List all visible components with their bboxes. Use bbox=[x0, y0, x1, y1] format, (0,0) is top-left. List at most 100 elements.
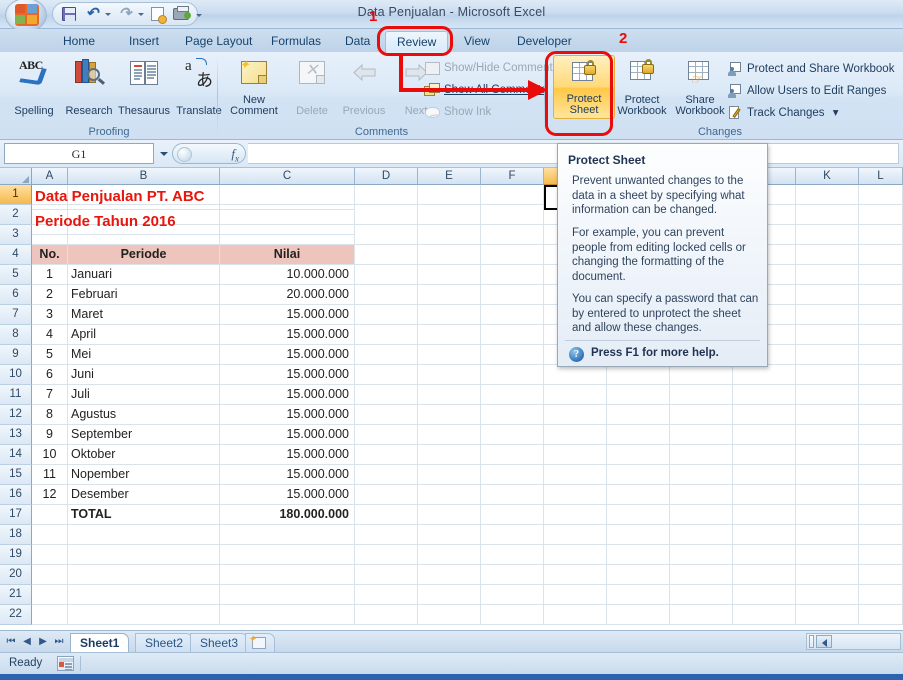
grid-cell[interactable] bbox=[418, 285, 481, 305]
grid-cell[interactable] bbox=[481, 185, 544, 205]
grid-cell[interactable] bbox=[670, 425, 733, 445]
grid-cell[interactable] bbox=[859, 485, 903, 505]
grid-cell[interactable] bbox=[68, 585, 220, 605]
grid-cell[interactable] bbox=[418, 445, 481, 465]
row-header-1[interactable]: 1 bbox=[0, 185, 32, 205]
tab-page-layout[interactable]: Page Layout bbox=[174, 31, 263, 53]
grid-cell[interactable] bbox=[859, 185, 903, 205]
grid-cell[interactable] bbox=[32, 605, 68, 625]
cell-A14[interactable]: 10 bbox=[32, 445, 68, 465]
grid-cell[interactable] bbox=[481, 385, 544, 405]
cell-B4[interactable]: Periode bbox=[68, 245, 220, 265]
cell-A16[interactable]: 12 bbox=[32, 485, 68, 505]
grid-cell[interactable] bbox=[481, 505, 544, 525]
grid-cell[interactable] bbox=[796, 485, 859, 505]
tab-home[interactable]: Home bbox=[52, 31, 106, 53]
grid-cell[interactable] bbox=[796, 405, 859, 425]
grid-cell[interactable] bbox=[607, 565, 670, 585]
tab-review[interactable]: Review bbox=[385, 31, 449, 53]
undo-icon[interactable]: ↶ bbox=[82, 4, 102, 24]
col-header-A[interactable]: A bbox=[32, 168, 68, 185]
cell-B15[interactable]: Nopember bbox=[68, 465, 220, 485]
cell-B16[interactable]: Desember bbox=[68, 485, 220, 505]
grid-cell[interactable] bbox=[733, 565, 796, 585]
grid-cell[interactable] bbox=[607, 605, 670, 625]
grid-cell[interactable] bbox=[355, 545, 418, 565]
grid-cell[interactable] bbox=[32, 565, 68, 585]
grid-cell[interactable] bbox=[607, 405, 670, 425]
grid-cell[interactable] bbox=[733, 465, 796, 485]
cell-A12[interactable]: 8 bbox=[32, 405, 68, 425]
grid-cell[interactable] bbox=[544, 545, 607, 565]
row-header-5[interactable]: 5 bbox=[0, 265, 32, 285]
undo-dropdown-icon[interactable] bbox=[105, 4, 112, 24]
grid-cell[interactable] bbox=[859, 465, 903, 485]
formula-bar-expand-icon[interactable] bbox=[177, 147, 192, 162]
grid-cell[interactable] bbox=[544, 445, 607, 465]
grid-cell[interactable] bbox=[607, 545, 670, 565]
cell-C12[interactable]: 15.000.000 bbox=[220, 405, 355, 425]
row-header-18[interactable]: 18 bbox=[0, 525, 32, 545]
cell-C17[interactable]: 180.000.000 bbox=[220, 505, 355, 525]
cell-B6[interactable]: Februari bbox=[68, 285, 220, 305]
grid-cell[interactable] bbox=[355, 525, 418, 545]
col-header-D[interactable]: D bbox=[355, 168, 418, 185]
grid-cell[interactable] bbox=[418, 565, 481, 585]
track-changes-dropdown-icon[interactable]: ▾ bbox=[833, 104, 839, 122]
cell-B14[interactable]: Oktober bbox=[68, 445, 220, 465]
grid-cell[interactable] bbox=[859, 365, 903, 385]
row-header-10[interactable]: 10 bbox=[0, 365, 32, 385]
name-box-dropdown-icon[interactable] bbox=[156, 143, 170, 164]
thesaurus-button[interactable]: Thesaurus bbox=[113, 55, 175, 119]
previous-sheet-icon[interactable]: ◀ bbox=[20, 635, 34, 649]
grid-cell[interactable] bbox=[859, 405, 903, 425]
cell-A7[interactable]: 3 bbox=[32, 305, 68, 325]
grid-cell[interactable] bbox=[670, 505, 733, 525]
grid-cell[interactable] bbox=[670, 605, 733, 625]
grid-cell[interactable] bbox=[418, 585, 481, 605]
grid-cell[interactable] bbox=[670, 405, 733, 425]
office-button[interactable] bbox=[5, 0, 47, 32]
grid-cell[interactable] bbox=[859, 325, 903, 345]
row-header-16[interactable]: 16 bbox=[0, 485, 32, 505]
grid-cell[interactable] bbox=[418, 305, 481, 325]
grid-cell[interactable] bbox=[418, 205, 481, 225]
grid-cell[interactable] bbox=[796, 325, 859, 345]
sheet-tab-sheet3[interactable]: Sheet3 bbox=[190, 633, 249, 652]
grid-cell[interactable] bbox=[544, 565, 607, 585]
redo-icon[interactable]: ↷ bbox=[115, 4, 135, 24]
grid-cell[interactable] bbox=[796, 345, 859, 365]
grid-cell[interactable] bbox=[670, 565, 733, 585]
grid-cell[interactable] bbox=[418, 405, 481, 425]
grid-cell[interactable] bbox=[418, 325, 481, 345]
grid-cell[interactable] bbox=[418, 485, 481, 505]
grid-cell[interactable] bbox=[733, 405, 796, 425]
grid-cell[interactable] bbox=[607, 425, 670, 445]
last-sheet-icon[interactable]: ⏭ bbox=[52, 635, 66, 649]
grid-cell[interactable] bbox=[481, 325, 544, 345]
row-header-15[interactable]: 15 bbox=[0, 465, 32, 485]
cell-C5[interactable]: 10.000.000 bbox=[220, 265, 355, 285]
cell-C6[interactable]: 20.000.000 bbox=[220, 285, 355, 305]
grid-cell[interactable] bbox=[796, 365, 859, 385]
col-header-F[interactable]: F bbox=[481, 168, 544, 185]
grid-cell[interactable] bbox=[418, 265, 481, 285]
cell-C16[interactable]: 15.000.000 bbox=[220, 485, 355, 505]
cell-mode-icon[interactable] bbox=[57, 656, 74, 671]
col-header-K[interactable]: K bbox=[796, 168, 859, 185]
tab-developer[interactable]: Developer bbox=[506, 31, 583, 53]
cell-C8[interactable]: 15.000.000 bbox=[220, 325, 355, 345]
grid-cell[interactable] bbox=[859, 245, 903, 265]
spelling-button[interactable]: ABC Spelling bbox=[3, 55, 65, 119]
grid-cell[interactable] bbox=[859, 225, 903, 245]
show-ink-command[interactable]: Show Ink bbox=[423, 103, 491, 121]
cell-C4[interactable]: Nilai bbox=[220, 245, 355, 265]
save-icon[interactable] bbox=[59, 4, 79, 24]
grid-cell[interactable] bbox=[481, 425, 544, 445]
grid-cell[interactable] bbox=[796, 605, 859, 625]
grid-cell[interactable] bbox=[355, 445, 418, 465]
grid-cell[interactable] bbox=[607, 585, 670, 605]
row-header-9[interactable]: 9 bbox=[0, 345, 32, 365]
grid-cell[interactable] bbox=[796, 385, 859, 405]
grid-cell[interactable] bbox=[418, 465, 481, 485]
